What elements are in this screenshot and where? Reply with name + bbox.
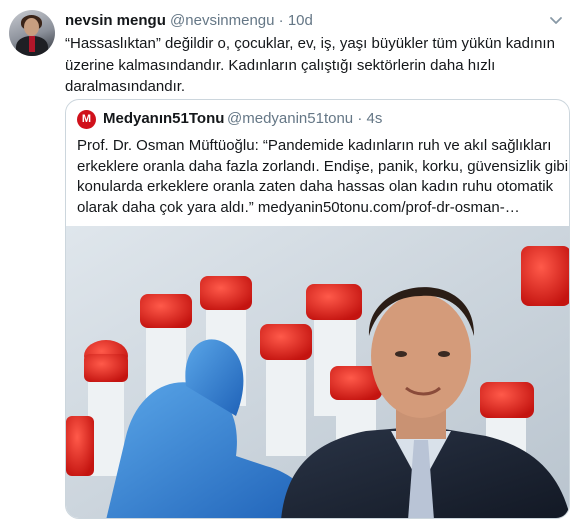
quoted-author-name[interactable]: Medyanın51Tonu — [103, 110, 224, 127]
quoted-author-logo[interactable]: M — [77, 110, 96, 129]
quoted-text-line: Prof. Dr. Osman Müftüoğlu: “Pandemide ka… — [77, 137, 552, 154]
separator-dot: · — [357, 110, 363, 127]
quoted-tweet[interactable]: M Medyanın51Tonu @medyanin51tonu · 4s Pr… — [65, 99, 570, 519]
quoted-author-handle[interactable]: @medyanin51tonu — [227, 110, 353, 127]
logo-letter: M — [81, 113, 92, 125]
chevron-down-icon[interactable] — [548, 14, 564, 28]
tweet-timestamp[interactable]: 10d — [288, 12, 313, 29]
tweet-header: nevsin mengu @nevsinmengu · 10d — [65, 11, 313, 31]
author-handle[interactable]: @nevsinmengu — [170, 12, 274, 29]
tweet-text-line: “Hassaslıktan” değildir o, çocuklar, ev,… — [65, 35, 555, 52]
tweet-text: “Hassaslıktan” değildir o, çocuklar, ev,… — [65, 33, 561, 98]
tweet[interactable]: nevsin mengu @nevsinmengu · 10d “Hassasl… — [0, 0, 572, 519]
quoted-media-image[interactable] — [66, 226, 569, 518]
lab-photo-illustration — [66, 226, 569, 518]
quoted-text: Prof. Dr. Osman Müftüoğlu: “Pandemide ka… — [77, 136, 569, 219]
separator-dot: · — [278, 12, 284, 29]
tweet-text-line: daralmasındandır. — [65, 78, 186, 95]
avatar-lapel — [29, 36, 35, 52]
avatar-face — [24, 18, 39, 36]
author-avatar[interactable] — [9, 10, 55, 56]
quoted-timestamp[interactable]: 4s — [367, 110, 383, 127]
author-name[interactable]: nevsin mengu — [65, 12, 166, 29]
quoted-text-line[interactable]: olarak daha çok yara aldı.” medyanin50to… — [77, 198, 562, 219]
quoted-meta: @medyanin51tonu · 4s — [227, 110, 382, 127]
quoted-text-line: erkeklere oranla daha fazla zorlandı. En… — [77, 157, 569, 175]
quoted-text-line: konularda erkeklere oranla zaten daha ha… — [77, 178, 554, 195]
tweet-text-line: üzerine kalmasındandır. Kadınların çalış… — [65, 56, 496, 74]
